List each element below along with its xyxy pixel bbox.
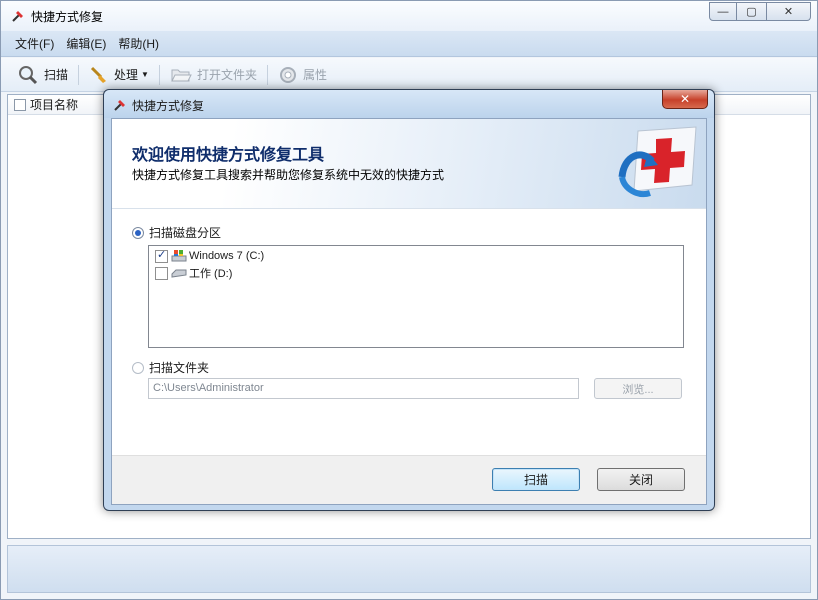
menu-bar: 文件(F) 编辑(E) 帮助(H) (1, 31, 817, 57)
scan-folder-radio[interactable] (132, 361, 144, 374)
app-icon (12, 11, 23, 22)
properties-gear-icon (279, 66, 296, 83)
menu-edit[interactable]: 编辑(E) (60, 31, 112, 57)
dialog-title-bar[interactable]: 快捷方式修复 ✕ (104, 90, 714, 118)
dialog-body: 欢迎使用快捷方式修复工具 快捷方式修复工具搜索并帮助您修复系统中无效的快捷方式 … (111, 118, 707, 505)
dialog-close-button[interactable]: ✕ (662, 90, 708, 109)
toolbar-separator (78, 64, 80, 85)
banner-title: 欢迎使用快捷方式修复工具 (132, 147, 325, 164)
process-tool-label: 处理 (114, 68, 139, 82)
drive-c-label: Windows 7 (C:) (189, 250, 265, 262)
drive-c-checkbox[interactable] (155, 248, 168, 263)
magnifier-icon (19, 65, 38, 84)
scan-partition-label: 扫描磁盘分区 (149, 226, 222, 240)
close-button[interactable]: ✕ (767, 2, 811, 21)
properties-tool-label: 属性 (302, 68, 327, 82)
restore-button[interactable]: ▢ (737, 2, 767, 21)
banner-subtitle: 快捷方式修复工具搜索并帮助您修复系统中无效的快捷方式 (132, 168, 445, 182)
open-folder-tool-button[interactable]: 打开文件夹 (164, 62, 263, 88)
scan-tool-button[interactable]: 扫描 (11, 62, 74, 88)
column-header-name[interactable]: 项目名称 (30, 96, 78, 113)
dialog-banner: 欢迎使用快捷方式修复工具 快捷方式修复工具搜索并帮助您修复系统中无效的快捷方式 (112, 119, 706, 209)
toolbar-separator (266, 64, 268, 85)
window-title: 快捷方式修复 (31, 10, 104, 24)
drive-item-c[interactable]: Windows 7 (C:) (155, 248, 264, 264)
drive-d-checkbox[interactable] (155, 266, 168, 280)
open-folder-tool-label: 打开文件夹 (196, 68, 257, 82)
folder-path-input[interactable]: C:\Users\Administrator (148, 378, 579, 399)
toolbar-separator (158, 64, 160, 85)
drive-item-d[interactable]: 工作 (D:) (155, 265, 232, 281)
scan-tool-label: 扫描 (44, 68, 69, 82)
system-drive-icon (171, 250, 187, 262)
menu-file[interactable]: 文件(F) (9, 31, 60, 57)
drive-list[interactable]: Windows 7 (C:) 工作 (D:) (148, 245, 684, 348)
scan-partition-radio[interactable] (132, 226, 144, 239)
process-tool-button[interactable]: 处理 ▼ (83, 62, 155, 88)
scan-button[interactable]: 扫描 (492, 468, 580, 491)
broom-icon (90, 66, 107, 83)
browse-button[interactable]: 浏览... (594, 378, 682, 399)
drive-d-label: 工作 (D:) (189, 268, 233, 280)
menu-help[interactable]: 帮助(H) (112, 31, 165, 57)
hard-drive-icon (171, 269, 187, 278)
dialog-title: 快捷方式修复 (132, 99, 205, 113)
toolbar: 扫描 处理 ▼ 打开文件夹 属性 (1, 58, 817, 92)
minimize-button[interactable]: — (709, 2, 737, 21)
scan-partition-option[interactable]: 扫描磁盘分区 (132, 224, 221, 241)
select-all-checkbox[interactable] (14, 98, 26, 111)
repair-cross-logo-icon (618, 126, 697, 197)
folder-open-icon (171, 69, 192, 81)
properties-tool-button[interactable]: 属性 (272, 62, 333, 88)
dialog-close-action-button[interactable]: 关闭 (597, 468, 685, 491)
status-bar (7, 545, 811, 593)
scan-folder-label: 扫描文件夹 (149, 361, 210, 375)
dialog-footer: 扫描 关闭 (112, 455, 706, 504)
dropdown-arrow-icon: ▼ (141, 70, 149, 79)
scan-folder-option[interactable]: 扫描文件夹 (132, 359, 209, 376)
dialog-app-icon (114, 100, 125, 111)
scan-dialog: 快捷方式修复 ✕ 欢迎使用快捷方式修复工具 快捷方式修复工具搜索并帮助您修复系统… (103, 89, 715, 511)
title-bar[interactable]: 快捷方式修复 — ▢ ✕ (1, 1, 817, 31)
